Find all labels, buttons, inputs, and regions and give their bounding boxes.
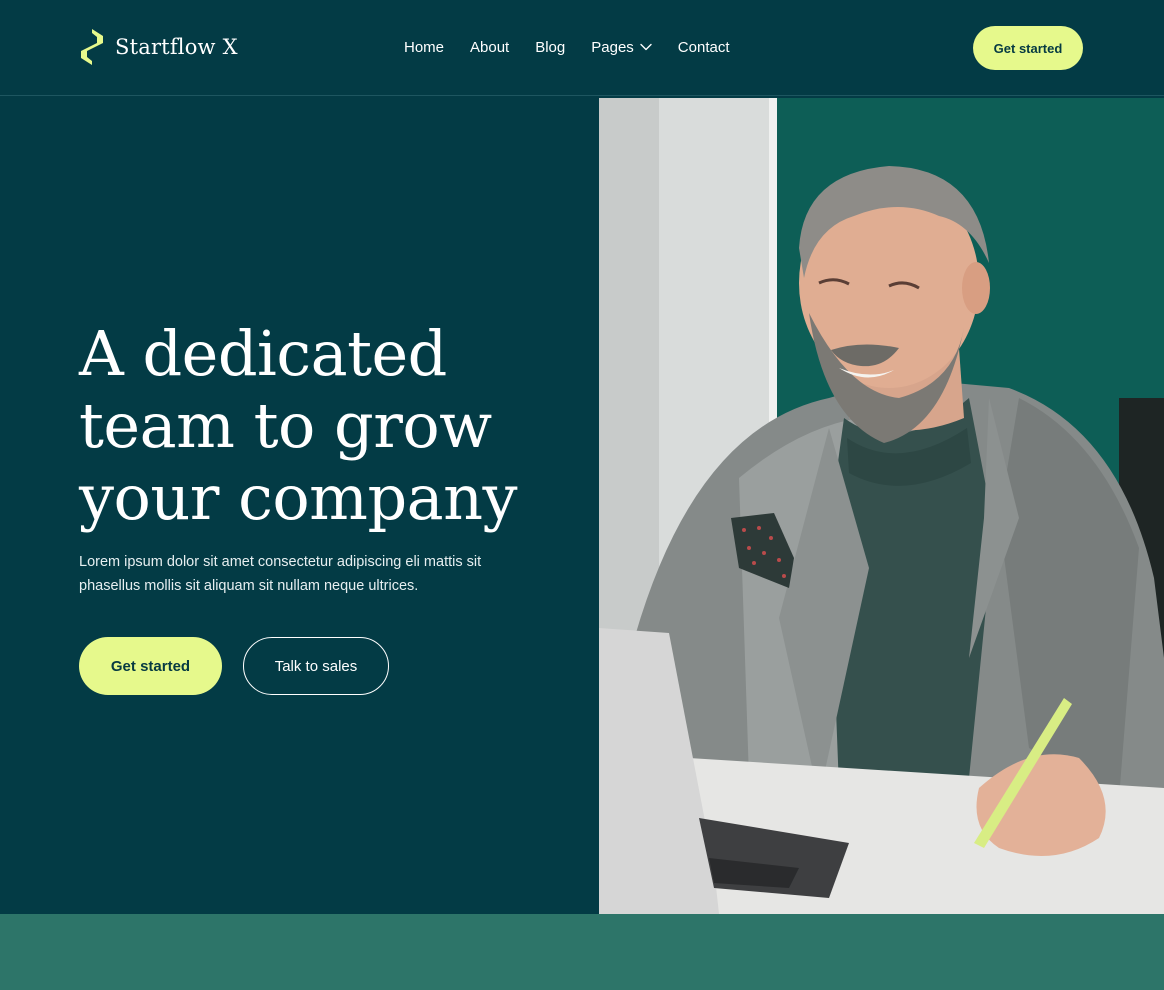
hero-subtitle: Lorem ipsum dolor sit amet consectetur a… (79, 554, 482, 594)
nav-item-pages[interactable]: Pages (591, 39, 652, 56)
next-section-band (0, 914, 1164, 990)
chevron-down-icon (640, 43, 652, 51)
nav-item-label: Pages (591, 38, 634, 56)
nav-item-label: Contact (677, 38, 730, 56)
hero-title-line: team to grow (79, 389, 492, 462)
nav-item-label: Blog (535, 38, 566, 56)
s-logo-icon (81, 29, 103, 65)
nav-item-label: Home (404, 38, 445, 56)
hero-title-line: your company (79, 461, 518, 534)
nav-item-about[interactable]: About (470, 39, 509, 56)
nav-item-blog[interactable]: Blog (535, 39, 565, 56)
nav-item-label: About (470, 38, 510, 56)
nav-item-contact[interactable]: Contact (678, 39, 730, 56)
brand-logo-link[interactable]: Startflow X (79, 28, 238, 66)
header-get-started-button[interactable]: Get started (973, 26, 1083, 70)
talk-to-sales-button[interactable]: Talk to sales (243, 637, 389, 695)
hero-title-line: A dedicated (79, 317, 447, 390)
brand-name: Startflow X (115, 35, 238, 59)
main-nav: Home About Blog Pages Contact (404, 36, 730, 58)
hero-get-started-button[interactable]: Get started (79, 637, 222, 695)
site-header: Startflow X Home About Blog Pages Contac… (0, 0, 1164, 96)
nav-item-home[interactable]: Home (404, 39, 444, 56)
hero-title: A dedicated team to grow your company (79, 318, 559, 534)
hero-photo (599, 98, 1164, 914)
